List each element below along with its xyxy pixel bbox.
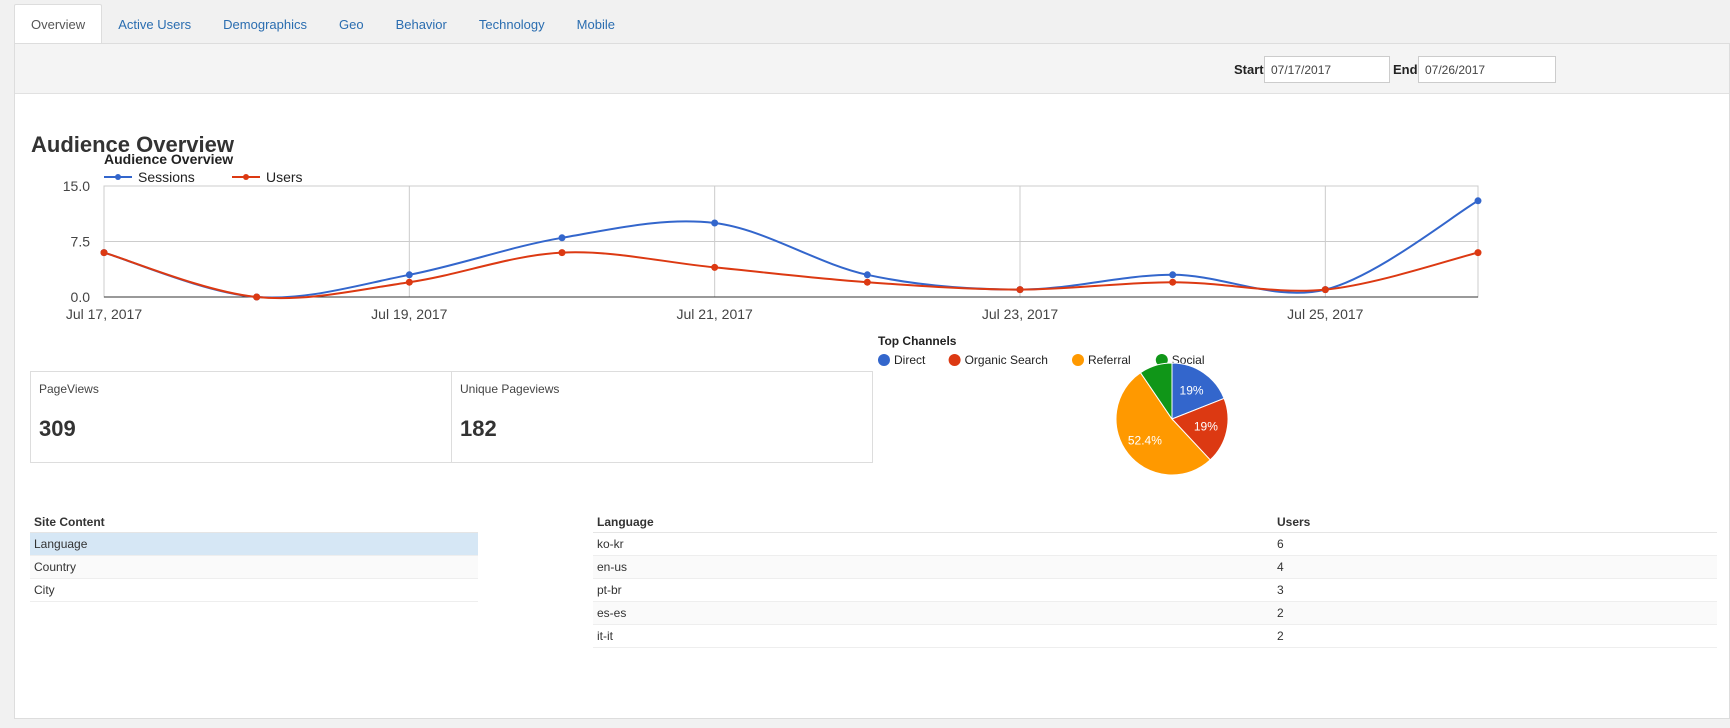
legend-direct-swatch	[878, 354, 890, 366]
legend-users-marker	[243, 174, 249, 180]
x-tick-label: Jul 19, 2017	[371, 306, 447, 322]
language-table: Language Users ko-kr 6 en-us 4 pt-br 3 e…	[593, 512, 1717, 648]
language-column-header[interactable]: Language	[593, 512, 1273, 533]
users-cell: 4	[1273, 555, 1717, 579]
y-tick-label: 0.0	[71, 289, 91, 305]
language-cell: ko-kr	[593, 532, 1273, 556]
line-chart-series	[100, 197, 1482, 301]
start-date-label: Start	[1234, 62, 1264, 77]
users-point	[1474, 249, 1482, 257]
tab-bar: Overview Active Users Demographics Geo B…	[14, 4, 631, 44]
language-cell: it-it	[593, 624, 1273, 648]
sessions-line	[103, 199, 1479, 299]
users-column-header[interactable]: Users	[1273, 512, 1717, 533]
legend-referral-swatch	[1072, 354, 1084, 366]
users-point	[1169, 278, 1177, 286]
table-row[interactable]: pt-br 3	[593, 578, 1717, 602]
pie-chart-slices: 19% 19% 52.4%	[1115, 362, 1229, 476]
line-chart-y-axis: 0.0 7.5 15.0	[63, 178, 90, 305]
sessions-point	[1474, 197, 1482, 205]
users-point	[863, 278, 871, 286]
x-tick-label: Jul 25, 2017	[1287, 306, 1363, 322]
tab-mobile[interactable]: Mobile	[561, 4, 631, 44]
table-row[interactable]: it-it 2	[593, 624, 1717, 648]
users-point	[711, 263, 719, 271]
end-date-input[interactable]	[1418, 56, 1556, 83]
start-date-input[interactable]	[1264, 56, 1390, 83]
x-tick-label: Jul 23, 2017	[982, 306, 1058, 322]
unique-pageviews-value: 182	[460, 416, 497, 441]
users-cell: 2	[1273, 601, 1717, 625]
sessions-point	[711, 219, 719, 227]
y-tick-label: 7.5	[71, 234, 91, 250]
language-cell: es-es	[593, 601, 1273, 625]
legend-organic-search-swatch	[948, 354, 961, 366]
tab-geo[interactable]: Geo	[323, 4, 380, 44]
stats-box: PageViews 309 Unique Pageviews 182	[30, 371, 873, 463]
users-cell: 3	[1273, 578, 1717, 602]
line-chart-legend: Sessions Users	[104, 169, 303, 185]
table-row[interactable]: es-es 2	[593, 601, 1717, 625]
pageviews-stat: PageViews 309	[31, 372, 451, 462]
pie-slice-label-direct: 19%	[1180, 383, 1204, 397]
users-point	[100, 249, 108, 257]
users-cell: 6	[1273, 532, 1717, 556]
site-content-list: Site Content Language Country City	[30, 512, 478, 602]
sessions-point	[863, 271, 871, 279]
line-chart-title: Audience Overview	[104, 151, 233, 167]
line-chart-x-axis: Jul 17, 2017 Jul 19, 2017 Jul 21, 2017 Jul …	[66, 306, 1364, 322]
tab-behavior[interactable]: Behavior	[380, 4, 463, 44]
unique-pageviews-label: Unique Pageviews	[460, 382, 560, 396]
pageviews-label: PageViews	[39, 382, 99, 396]
sessions-point	[558, 234, 566, 242]
site-content-item-city[interactable]: City	[30, 579, 478, 602]
top-channels-pie-chart: Top Channels Direct Organic Search Referra…	[878, 334, 1229, 476]
legend-users-label: Users	[266, 169, 303, 185]
tab-demographics[interactable]: Demographics	[207, 4, 323, 44]
x-tick-label: Jul 21, 2017	[677, 306, 753, 322]
tab-technology[interactable]: Technology	[463, 4, 561, 44]
users-point	[253, 293, 261, 301]
users-point	[1016, 286, 1024, 294]
legend-direct-label: Direct	[894, 353, 926, 367]
language-table-header: Language Users	[593, 512, 1717, 533]
y-tick-label: 15.0	[63, 178, 90, 194]
site-content-header: Site Content	[30, 512, 478, 533]
users-point	[405, 278, 413, 286]
legend-organic-search-label: Organic Search	[965, 353, 1048, 367]
x-tick-label: Jul 17, 2017	[66, 306, 142, 322]
table-row[interactable]: en-us 4	[593, 555, 1717, 579]
sessions-point	[1169, 271, 1177, 279]
legend-sessions-label: Sessions	[138, 169, 195, 185]
date-range-bar: Start End	[15, 44, 1729, 94]
tab-overview[interactable]: Overview	[14, 4, 103, 44]
users-cell: 2	[1273, 624, 1717, 648]
end-date-label: End	[1393, 62, 1418, 77]
table-row[interactable]: ko-kr 6	[593, 532, 1717, 556]
unique-pageviews-stat: Unique Pageviews 182	[451, 372, 872, 462]
site-content-item-language[interactable]: Language	[30, 533, 478, 556]
line-chart-grid	[103, 185, 1479, 298]
users-point	[558, 249, 566, 257]
pie-slice-label-organic-search: 19%	[1194, 420, 1218, 434]
pie-chart-title: Top Channels	[878, 334, 957, 348]
legend-referral-label: Referral	[1088, 353, 1131, 367]
language-cell: pt-br	[593, 578, 1273, 602]
users-point	[1321, 286, 1329, 294]
pie-slice-label-referral: 52.4%	[1128, 434, 1162, 448]
overview-panel: Start End Audience Overview Audience Ove…	[14, 43, 1730, 719]
language-cell: en-us	[593, 555, 1273, 579]
sessions-point	[405, 271, 413, 279]
legend-sessions-marker	[115, 174, 121, 180]
pageviews-value: 309	[39, 416, 76, 441]
site-content-item-country[interactable]: Country	[30, 556, 478, 579]
tab-active-users[interactable]: Active Users	[102, 4, 207, 44]
